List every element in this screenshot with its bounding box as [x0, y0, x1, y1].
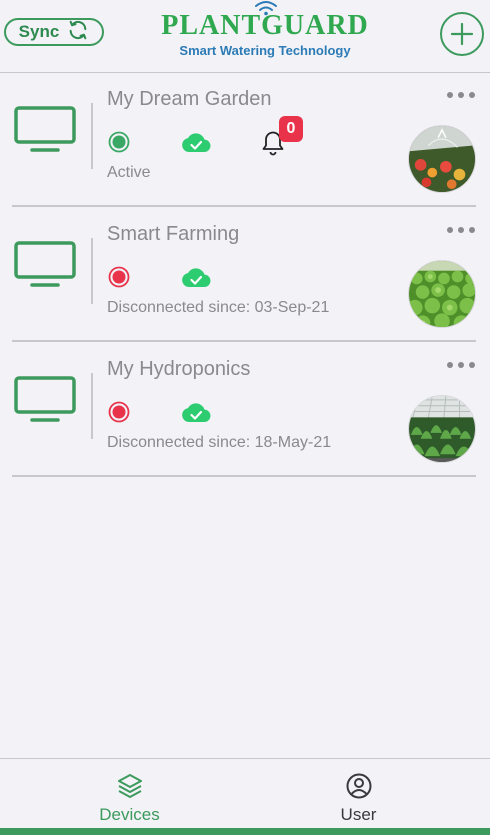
- device-card-dream-garden[interactable]: My Dream Garden 0 Active: [12, 72, 476, 207]
- tab-devices[interactable]: Devices: [7, 759, 252, 829]
- monitor-icon: [14, 241, 76, 287]
- device-name: My Dream Garden: [107, 88, 272, 110]
- device-name: My Hydroponics: [107, 358, 251, 380]
- layers-icon: [118, 774, 142, 798]
- cloud-check-icon: [182, 403, 211, 423]
- device-photo: [408, 260, 476, 328]
- status-disconnected-icon: [108, 401, 130, 423]
- device-photo: [408, 395, 476, 463]
- status-disconnected-icon: [108, 266, 130, 288]
- add-device-button[interactable]: [440, 12, 484, 56]
- more-options-icon[interactable]: [446, 225, 476, 235]
- bottom-navigation: Devices User: [0, 758, 490, 829]
- cloud-check-icon: [182, 133, 211, 153]
- notification-badge: 0: [279, 116, 303, 142]
- divider: [91, 103, 93, 169]
- more-options-icon[interactable]: [446, 360, 476, 370]
- cloud-check-icon: [182, 268, 211, 288]
- user-icon: [346, 773, 372, 799]
- device-card-hydroponics[interactable]: My Hydroponics Disconnected since: 18-Ma…: [12, 342, 476, 477]
- monitor-icon: [14, 376, 76, 422]
- device-card-smart-farming[interactable]: Smart Farming Disconnected since: 03-Sep…: [12, 207, 476, 342]
- sync-label: Sync: [18, 22, 60, 41]
- device-status-text: Disconnected since: 03-Sep-21: [107, 299, 330, 316]
- sync-button[interactable]: Sync: [4, 18, 104, 46]
- bottom-accent-bar: [0, 828, 490, 835]
- divider: [91, 238, 93, 304]
- tab-devices-label: Devices: [99, 805, 160, 824]
- app-header: Sync PLANTGUARD Smart Watering Technolog…: [0, 0, 490, 73]
- tab-user-label: User: [340, 805, 377, 824]
- brand-name: PLANTGUARD: [161, 10, 369, 41]
- status-active-icon: [108, 131, 130, 153]
- tab-user[interactable]: User: [236, 759, 481, 829]
- more-options-icon[interactable]: [446, 90, 476, 100]
- divider: [91, 373, 93, 439]
- device-name: Smart Farming: [107, 223, 240, 245]
- plus-icon: [450, 22, 474, 46]
- brand-tagline: Smart Watering Technology: [179, 43, 351, 58]
- device-status-text: Disconnected since: 18-May-21: [107, 434, 332, 451]
- device-status-text: Active: [107, 164, 151, 181]
- sync-icon: [67, 19, 89, 46]
- device-photo: [408, 125, 476, 193]
- brand-logo: PLANTGUARD Smart Watering Technology: [160, 0, 370, 72]
- monitor-icon: [14, 106, 76, 152]
